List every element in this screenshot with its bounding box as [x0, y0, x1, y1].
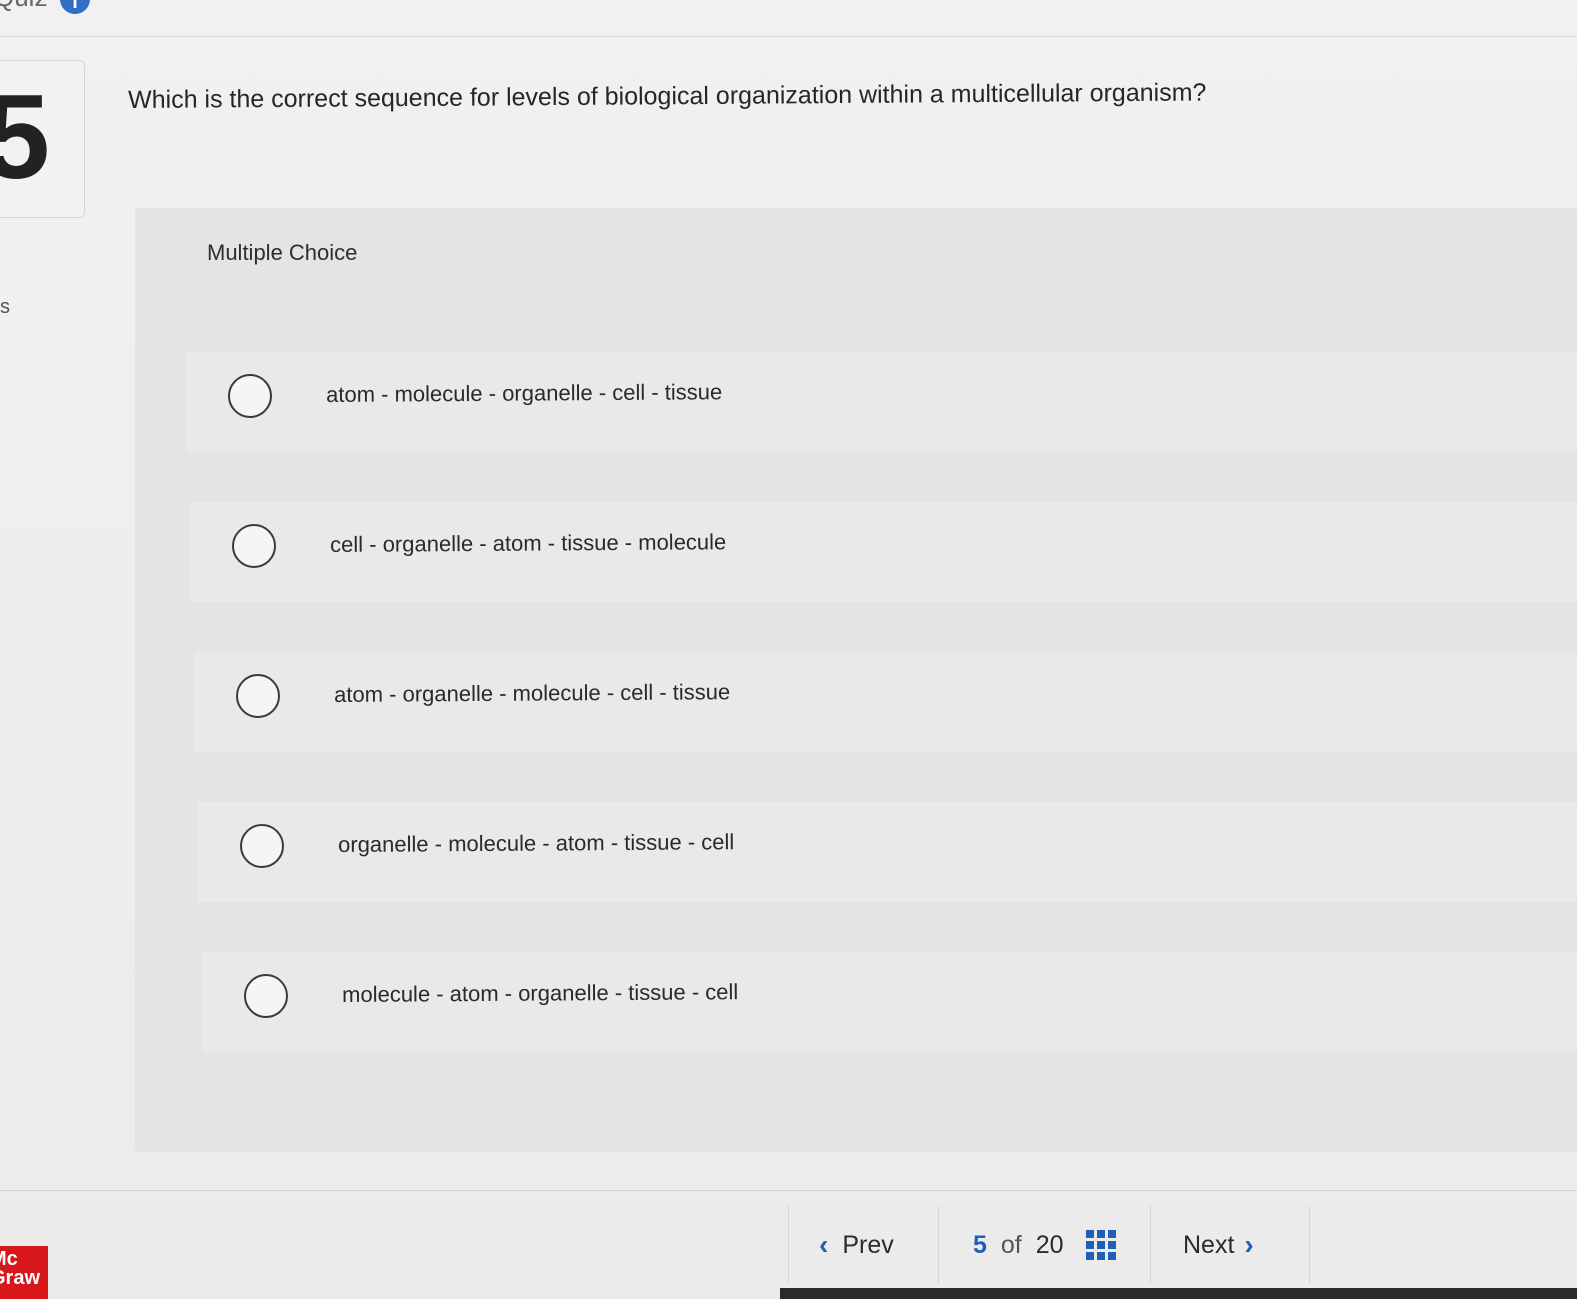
- question-type-label: Multiple Choice: [207, 240, 358, 265]
- question-number-box: 5: [0, 60, 85, 218]
- chevron-right-icon: ›: [1244, 1229, 1254, 1260]
- answer-option[interactable]: molecule - atom - organelle - tissue - c…: [202, 952, 1577, 1052]
- answer-option-label: cell - organelle - atom - tissue - molec…: [330, 529, 727, 557]
- question-text: Which is the correct sequence for levels…: [128, 78, 1207, 114]
- logo-line-2: Graw: [0, 1267, 41, 1289]
- answer-option[interactable]: cell - organelle - atom - tissue - molec…: [190, 502, 1577, 602]
- radio-button[interactable]: [228, 374, 272, 418]
- quiz-title-fragment: Quiz: [0, 0, 47, 13]
- screen-bezel: [780, 1288, 1577, 1299]
- footer-divider: [0, 1190, 1577, 1191]
- info-icon[interactable]: i: [60, 0, 90, 14]
- pager-of: of: [1000, 1230, 1022, 1259]
- chevron-left-icon: ‹: [819, 1229, 829, 1260]
- question-navigation: ‹ Prev 5 of 20 Next ›: [788, 1206, 1310, 1284]
- next-button[interactable]: Next ›: [1150, 1206, 1310, 1284]
- answer-option[interactable]: organelle - molecule - atom - tissue - c…: [198, 802, 1577, 902]
- radio-button[interactable]: [244, 974, 288, 1018]
- prev-label: Prev: [842, 1230, 894, 1259]
- radio-button[interactable]: [240, 824, 284, 868]
- answer-option-label: organelle - molecule - atom - tissue - c…: [338, 829, 735, 857]
- side-panel-fragment: s: [0, 296, 10, 318]
- answer-option-label: atom - molecule - organelle - cell - tis…: [326, 379, 723, 407]
- prev-button[interactable]: ‹ Prev: [788, 1206, 938, 1284]
- answer-option-label: molecule - atom - organelle - tissue - c…: [342, 979, 739, 1007]
- answer-option-label: atom - organelle - molecule - cell - tis…: [334, 679, 731, 707]
- radio-button[interactable]: [236, 674, 280, 718]
- question-pager[interactable]: 5 of 20: [938, 1206, 1150, 1284]
- pager-current: 5: [973, 1230, 987, 1259]
- pager-total: 20: [1035, 1230, 1064, 1259]
- mcgraw-hill-logo: Mc Graw: [0, 1246, 48, 1299]
- quiz-page: Quiz i 5 s Which is the correct sequence…: [0, 0, 1577, 1299]
- question-number: 5: [0, 77, 50, 197]
- header-divider: [0, 36, 1577, 37]
- answer-option[interactable]: atom - molecule - organelle - cell - tis…: [186, 352, 1577, 452]
- answer-option[interactable]: atom - organelle - molecule - cell - tis…: [194, 652, 1577, 752]
- next-label: Next: [1183, 1230, 1235, 1259]
- radio-button[interactable]: [232, 524, 276, 568]
- grid-icon[interactable]: [1085, 1230, 1116, 1260]
